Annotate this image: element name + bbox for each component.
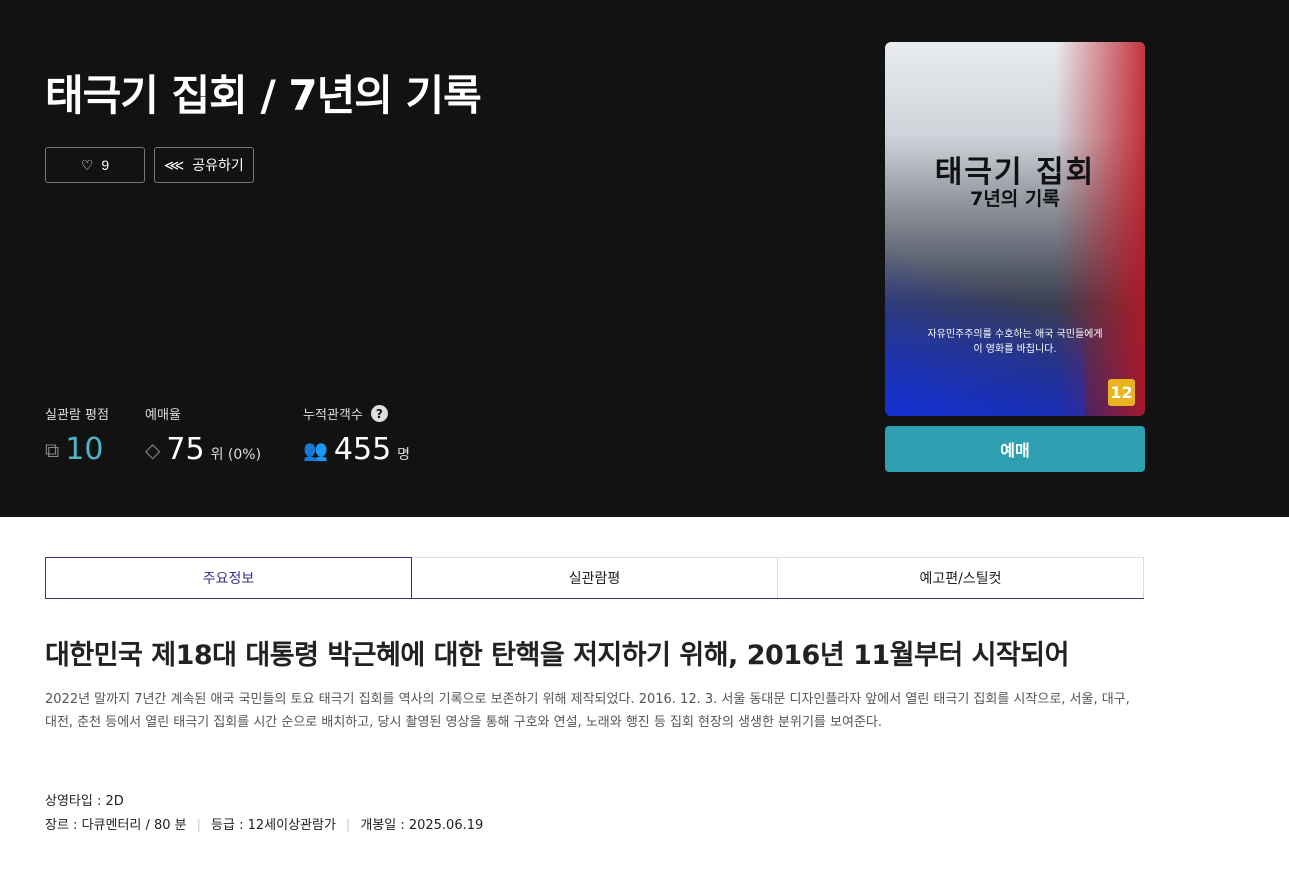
like-count: 9 xyxy=(101,157,110,173)
movie-details: 장르 : 다큐멘터리 / 80 분 | 등급 : 12세이상관람가 | 개봉일 : 20… xyxy=(45,814,483,833)
audience-unit: 명 xyxy=(397,447,411,463)
book-button[interactable]: 예매 xyxy=(885,426,1145,472)
people-icon: 👥 xyxy=(303,437,328,462)
booking-stat: ◇ 75 위 (0%) xyxy=(145,432,261,467)
help-icon[interactable]: ? xyxy=(370,405,388,422)
tab-reviews[interactable]: 실관람평 xyxy=(412,557,778,598)
grade: 등급 : 12세이상관람가 xyxy=(211,818,336,833)
screen-type: 상영타입 : 2D xyxy=(45,794,124,809)
booking-label: 예매율 xyxy=(145,408,181,423)
poster-dedication-line: 자유민주주의를 수호하는 애국 국민들에게 xyxy=(927,329,1103,340)
audience-stat: 👥 455 명 xyxy=(303,432,410,467)
divider: | xyxy=(196,818,202,833)
synopsis-headline: 대한민국 제18대 대통령 박근혜에 대한 탄핵을 저지하기 위해, 2016년… xyxy=(45,640,1069,671)
booking-unit: 위 (0%) xyxy=(210,447,262,463)
poster-subtitle: 7년의 기록 xyxy=(970,188,1060,210)
synopsis-text: 2022년 말까지 7년간 계속된 애국 국민들의 토요 태극기 집회를 역사의… xyxy=(45,692,1130,730)
movie-poster: 태극기 집회 7년의 기록 자유민주주의를 수호하는 애국 국민들에게 이 영화… xyxy=(885,42,1145,416)
release-date: 개봉일 : 2025.06.19 xyxy=(360,818,484,833)
tab-trailers[interactable]: 예고편/스틸컷 xyxy=(778,557,1144,598)
tab-main-info[interactable]: 주요정보 xyxy=(45,557,412,598)
poster-dedication: 자유민주주의를 수호하는 애국 국민들에게 이 영화를 바칩니다. xyxy=(885,327,1145,357)
ticket-icon: ◇ xyxy=(145,437,161,462)
share-label: 공유하기 xyxy=(192,157,244,173)
mega-icon: ⧉ xyxy=(45,437,60,462)
booking-rank: 75 xyxy=(166,432,205,467)
audience-label-row: 누적관객수 ? xyxy=(303,404,388,423)
share-icon: ⋘ xyxy=(164,156,185,173)
age-rating-badge: 12 xyxy=(1108,379,1135,406)
genre: 장르 : 다큐멘터리 / 80 분 xyxy=(45,818,187,833)
poster-dedication-line: 이 영화를 바칩니다. xyxy=(973,344,1057,355)
like-button[interactable]: ♡ 9 xyxy=(45,147,145,183)
tab-bar: 주요정보 실관람평 예고편/스틸컷 xyxy=(45,557,1144,599)
share-button[interactable]: ⋘ 공유하기 xyxy=(154,147,254,183)
movie-hero: 태극기 집회 / 7년의 기록 ♡ 9 ⋘ 공유하기 실관람 평점 ⧉ 10 예… xyxy=(0,0,1289,517)
audience-value: 455 xyxy=(333,432,392,467)
heart-icon: ♡ xyxy=(80,156,94,173)
rating-label: 실관람 평점 xyxy=(45,408,109,423)
audience-label: 누적관객수 xyxy=(303,408,363,423)
movie-title: 태극기 집회 / 7년의 기록 xyxy=(45,71,482,120)
rating-stat: ⧉ 10 xyxy=(45,432,103,467)
rating-value: 10 xyxy=(65,432,104,467)
divider: | xyxy=(345,818,351,833)
